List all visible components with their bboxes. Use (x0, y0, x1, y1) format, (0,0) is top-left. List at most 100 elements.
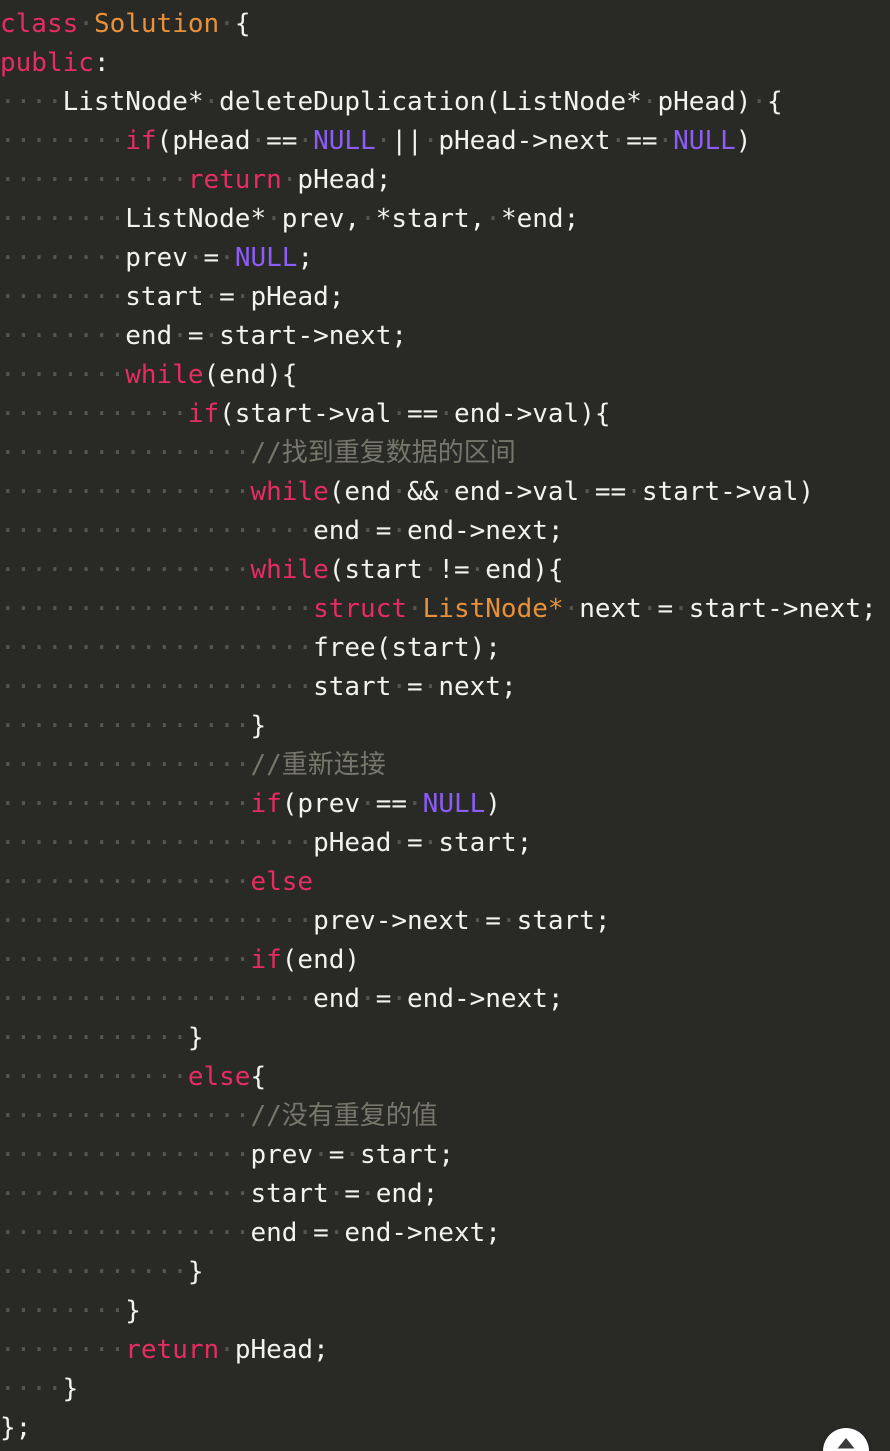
indent-guide-dots: ················ (0, 1179, 251, 1209)
code-token-pln: ) (735, 126, 752, 156)
whitespace-dots: · (422, 555, 439, 585)
code-token-pln: = (203, 243, 220, 273)
code-token-pln: ListNode* (125, 204, 267, 234)
indent-guide-dots: ········ (0, 243, 126, 273)
code-token-pln: start->next; (219, 321, 408, 351)
code-token-typ: Solution (93, 9, 220, 39)
whitespace-dots: · (469, 555, 486, 585)
whitespace-dots: · (391, 477, 408, 507)
indent-guide-dots: ············ (0, 1062, 188, 1092)
code-line: ····················prev->next·=·start; (0, 902, 877, 941)
whitespace-dots: · (391, 399, 407, 429)
code-token-pln: pHead->next (438, 126, 611, 156)
indent-guide-dots: ········ (0, 1296, 126, 1326)
code-line: public: (0, 44, 877, 83)
code-token-pln: { (234, 9, 251, 39)
code-token-pln: *start, (375, 204, 486, 234)
code-token-pln: end->next; (407, 516, 564, 546)
indent-guide-dots: ········ (0, 1335, 126, 1365)
code-token-pln: = (375, 984, 392, 1014)
code-token-pln: } (187, 1023, 204, 1053)
indent-guide-dots: ················ (0, 1140, 251, 1170)
code-token-pln: end){ (485, 555, 564, 585)
code-token-pln: start; (516, 906, 611, 936)
code-line: ····················pHead·=·start; (0, 824, 877, 863)
whitespace-dots: · (407, 594, 423, 624)
code-line: ····················end·=·end->next; (0, 512, 877, 551)
code-token-kw: return (125, 1335, 220, 1365)
code-token-kw: if (250, 789, 282, 819)
indent-guide-dots: ················ (0, 867, 251, 897)
code-line: ················//重新连接 (0, 746, 877, 785)
source-code-block[interactable]: class·Solution·{public: ····ListNode*·del… (0, 0, 877, 1448)
code-token-pln: = (375, 516, 392, 546)
code-token-pln: end (125, 321, 173, 351)
whitespace-dots: · (266, 204, 282, 234)
code-token-pln: (end) (281, 945, 361, 975)
code-token-pln: end->val){ (453, 399, 611, 429)
code-token-pln: start (313, 672, 392, 702)
code-line: ········end·=·start->next; (0, 317, 877, 356)
code-line: ········if(pHead·==·NULL·||·pHead->next·… (0, 122, 877, 161)
code-token-cmt: //重新连接 (250, 750, 386, 780)
whitespace-dots: · (422, 672, 439, 702)
whitespace-dots: · (250, 126, 267, 156)
code-token-pln: != (438, 555, 470, 585)
code-token-pln: = (187, 321, 204, 351)
whitespace-dots: · (234, 282, 251, 312)
indent-guide-dots: ···················· (0, 516, 314, 546)
code-token-pln: next; (438, 672, 517, 702)
code-token-pln: prev (125, 243, 188, 273)
indent-guide-dots: ········ (0, 282, 126, 312)
code-line: ········start·=·pHead; (0, 278, 877, 317)
code-token-cst: NULL (234, 243, 298, 273)
code-token-pln: end->next; (344, 1218, 501, 1248)
code-token-pln: : (93, 48, 110, 78)
code-token-pln: } (62, 1374, 79, 1404)
whitespace-dots: · (469, 906, 486, 936)
whitespace-dots: · (610, 126, 627, 156)
code-token-pln: prev, (281, 204, 361, 234)
code-line: ····} (0, 1370, 877, 1409)
indent-guide-dots: ············ (0, 399, 188, 429)
code-token-pln: = (313, 1218, 329, 1248)
whitespace-dots: · (500, 906, 517, 936)
code-viewer[interactable]: class·Solution·{public: ····ListNode*·del… (0, 0, 890, 1451)
code-token-pln: *end; (500, 204, 580, 234)
whitespace-dots: · (485, 204, 501, 234)
code-token-pln: ) (485, 789, 501, 819)
code-token-pln: free(start); (313, 633, 501, 663)
code-line: class·Solution·{ (0, 5, 877, 44)
code-line: ················while(end·&&·end->val·==… (0, 473, 877, 512)
chevron-up-icon (836, 1437, 856, 1450)
whitespace-dots: · (219, 243, 235, 273)
code-token-kw: else (250, 867, 314, 897)
indent-guide-dots: ···················· (0, 828, 314, 858)
code-token-pln: (prev (281, 789, 361, 819)
whitespace-dots: · (422, 828, 439, 858)
whitespace-dots: · (203, 321, 220, 351)
code-token-pln: start (250, 1179, 329, 1209)
whitespace-dots: · (375, 126, 392, 156)
code-line: ················while(start·!=·end){ (0, 551, 877, 590)
whitespace-dots: · (360, 516, 376, 546)
code-token-pln: end->val (453, 477, 580, 507)
code-token-pln: (end (328, 477, 392, 507)
code-line: ····················struct·ListNode*·nex… (0, 590, 877, 629)
whitespace-dots: · (297, 1218, 314, 1248)
code-token-cmt: //没有重复的值 (250, 1101, 438, 1131)
code-line: ····················free(start); (0, 629, 877, 668)
code-token-pln: start; (360, 1140, 454, 1170)
code-token-pln: pHead; (250, 282, 345, 312)
code-token-pln: prev (250, 1140, 314, 1170)
code-token-cst: NULL (422, 789, 486, 819)
code-line: ············} (0, 1253, 877, 1292)
code-token-pln: start->val) (641, 477, 815, 507)
indent-guide-dots: ···················· (0, 633, 314, 663)
code-token-kw: public (0, 48, 94, 78)
code-token-pln: = (485, 906, 501, 936)
whitespace-dots: · (391, 984, 408, 1014)
indent-guide-dots: ········ (0, 204, 126, 234)
code-line: ········} (0, 1292, 877, 1331)
code-token-kw: if (187, 399, 220, 429)
